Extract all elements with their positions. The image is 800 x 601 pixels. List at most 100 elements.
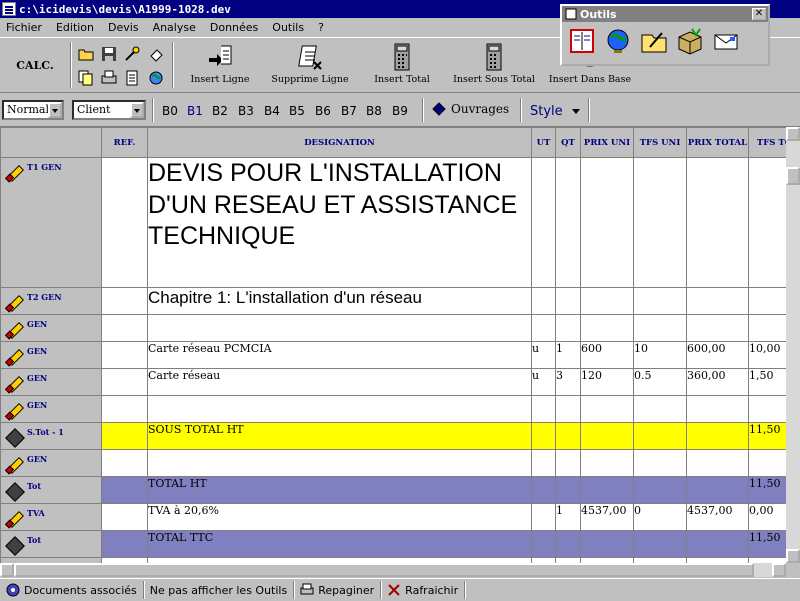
menu-edition[interactable]: Edition	[49, 21, 101, 34]
b0-button[interactable]: B0	[162, 104, 178, 118]
table-row[interactable]: T1 GEN DEVIS POUR L'INSTALLATION D'UN RE…	[0, 157, 786, 288]
tfs-uni-cell[interactable]	[633, 422, 687, 450]
tfs-total-cell[interactable]: 1,50	[748, 368, 786, 396]
prix-uni-cell[interactable]	[580, 157, 634, 288]
row-type-cell[interactable]: GEN	[0, 368, 102, 396]
tfs-uni-cell[interactable]	[633, 287, 687, 315]
menu-analyse[interactable]: Analyse	[146, 21, 203, 34]
tfs-total-cell[interactable]: 11,50	[748, 476, 786, 504]
table-row[interactable]: GEN	[0, 314, 786, 342]
book-icon[interactable]	[568, 27, 596, 55]
ut-cell[interactable]	[531, 287, 556, 315]
ref-cell[interactable]	[101, 287, 148, 315]
supprime-ligne-button[interactable]: Supprime Ligne	[270, 42, 350, 90]
tfs-uni-cell[interactable]	[633, 530, 687, 558]
tfs-uni-cell[interactable]	[633, 157, 687, 288]
scroll-up-button[interactable]	[786, 127, 800, 141]
ouvrages-button[interactable]: Ouvrages	[432, 102, 509, 116]
globe-icon[interactable]	[148, 70, 164, 86]
designation-cell[interactable]: DEVIS POUR L'INSTALLATION D'UN RESEAU ET…	[147, 157, 532, 288]
subtotal-row[interactable]: S.Tot - 1 SOUS TOTAL HT 11,50	[0, 422, 786, 450]
row-type-cell[interactable]: T2 GEN	[0, 287, 102, 315]
tfs-uni-cell[interactable]: 0.5	[633, 368, 687, 396]
menu-donnees[interactable]: Données	[203, 21, 265, 34]
globe-icon[interactable]	[604, 27, 632, 55]
tfs-total-cell[interactable]	[748, 314, 786, 342]
calc-button[interactable]: CALC.	[3, 44, 67, 86]
client-select[interactable]: Client	[72, 100, 146, 120]
scroll-right-button[interactable]	[772, 563, 786, 577]
table-row[interactable]: GEN	[0, 449, 786, 477]
table-row[interactable]: GEN Carte réseau PCMCIA u 1 600 10 600,0…	[0, 341, 786, 369]
envelope-icon[interactable]	[712, 27, 740, 55]
b4-button[interactable]: B4	[264, 104, 280, 118]
menu-help[interactable]: ?	[311, 21, 331, 34]
designation-cell[interactable]: TOTAL TTC	[147, 530, 532, 558]
tfs-uni-cell[interactable]	[633, 476, 687, 504]
row-type-cell[interactable]: TVA	[0, 503, 102, 531]
repaginer-button[interactable]: Repaginer	[294, 581, 382, 599]
hide-tools-button[interactable]: Ne pas afficher les Outils	[144, 581, 295, 599]
b2-button[interactable]: B2	[212, 104, 228, 118]
page-icon[interactable]	[124, 70, 140, 86]
b1-button[interactable]: B1	[187, 104, 203, 118]
qt-cell[interactable]	[555, 157, 581, 288]
prix-uni-cell[interactable]	[580, 476, 634, 504]
scroll-down-button[interactable]	[786, 549, 800, 563]
wizard-icon[interactable]	[124, 46, 140, 62]
ref-cell[interactable]	[101, 341, 148, 369]
tfs-uni-cell[interactable]	[633, 449, 687, 477]
column-header-qt[interactable]: QT	[555, 127, 581, 158]
devis-grid[interactable]: REF. DESIGNATION UT QT PRIX UNI TFS UNI …	[0, 127, 786, 563]
prix-uni-cell[interactable]	[580, 314, 634, 342]
tfs-uni-cell[interactable]: 0	[633, 503, 687, 531]
tfs-total-cell[interactable]	[748, 449, 786, 477]
row-type-cell[interactable]: Tot	[0, 530, 102, 558]
prix-uni-cell[interactable]	[580, 449, 634, 477]
row-type-cell[interactable]: Tot	[0, 476, 102, 504]
prix-total-cell[interactable]	[686, 476, 749, 504]
ref-cell[interactable]	[101, 157, 148, 288]
ut-cell[interactable]	[531, 422, 556, 450]
designation-cell[interactable]: SOUS TOTAL HT	[147, 422, 532, 450]
qt-cell[interactable]	[555, 287, 581, 315]
prix-uni-cell[interactable]: 4537,00	[580, 503, 634, 531]
tfs-total-cell[interactable]: 11,50	[748, 530, 786, 558]
designation-cell[interactable]: Carte réseau PCMCIA	[147, 341, 532, 369]
designation-cell[interactable]: TOTAL HT	[147, 476, 532, 504]
insert-sous-total-button[interactable]: Insert Sous Total	[450, 42, 538, 90]
print-icon[interactable]	[101, 70, 117, 86]
prix-total-cell[interactable]	[686, 157, 749, 288]
column-header-ut[interactable]: UT	[531, 127, 556, 158]
ut-cell[interactable]	[531, 157, 556, 288]
copy-icon[interactable]	[78, 70, 94, 86]
ut-cell[interactable]	[531, 530, 556, 558]
total-row[interactable]: Tot TOTAL TTC 11,50	[0, 530, 786, 558]
b3-button[interactable]: B3	[238, 104, 254, 118]
ref-cell[interactable]	[101, 503, 148, 531]
tfs-total-cell[interactable]	[748, 157, 786, 288]
tva-row[interactable]: TVA TVA à 20,6% 1 4537,00 0 4537,00 0,00	[0, 503, 786, 531]
prix-total-cell[interactable]	[686, 449, 749, 477]
tfs-uni-cell[interactable]: 10	[633, 341, 687, 369]
designation-cell[interactable]: Chapitre 1: L'installation d'un réseau	[147, 287, 532, 315]
chevron-down-icon[interactable]	[48, 102, 62, 118]
ref-cell[interactable]	[101, 449, 148, 477]
b8-button[interactable]: B8	[366, 104, 382, 118]
documents-associes-button[interactable]: Documents associés	[0, 581, 144, 599]
row-type-cell[interactable]: T1 GEN	[0, 157, 102, 288]
ut-cell[interactable]: u	[531, 341, 556, 369]
qt-cell[interactable]	[555, 314, 581, 342]
prix-uni-cell[interactable]	[580, 395, 634, 423]
designation-cell[interactable]: TVA à 20,6%	[147, 503, 532, 531]
horizontal-scrollbar[interactable]	[0, 563, 786, 577]
row-type-cell[interactable]: GEN	[0, 395, 102, 423]
prix-total-cell[interactable]	[686, 530, 749, 558]
chevron-down-icon[interactable]	[572, 109, 580, 114]
row-type-cell[interactable]: GEN	[0, 449, 102, 477]
qt-cell[interactable]	[555, 476, 581, 504]
prix-total-cell[interactable]: 4537,00	[686, 503, 749, 531]
tfs-total-cell[interactable]	[748, 395, 786, 423]
ut-cell[interactable]	[531, 476, 556, 504]
close-icon[interactable]: ✕	[752, 8, 766, 20]
